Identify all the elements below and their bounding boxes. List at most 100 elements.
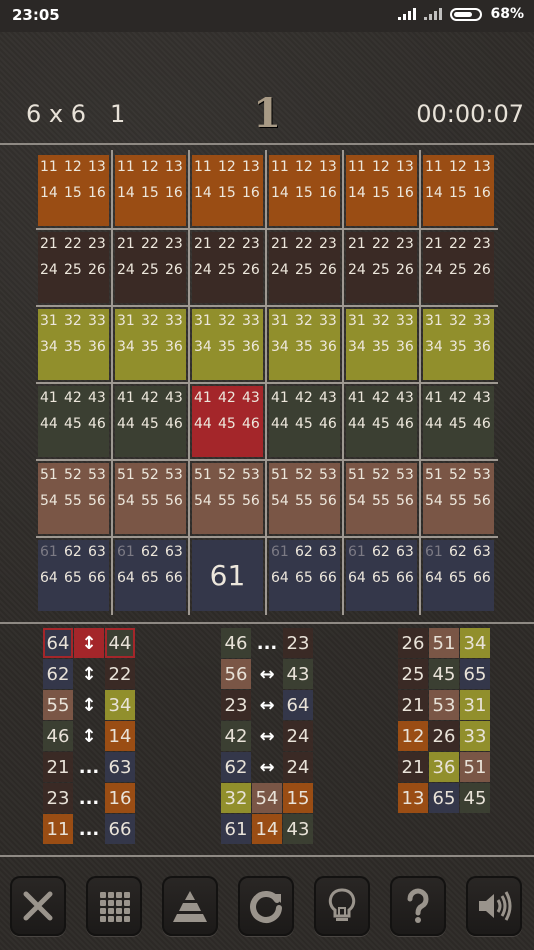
tile[interactable]: 11 12 13 14 15 16 <box>269 155 340 226</box>
tile[interactable]: 41 42 43 44 45 46 <box>192 386 263 457</box>
tile-number: 44 <box>425 416 443 432</box>
board-cell[interactable]: 31 32 33 34 35 36 <box>267 307 344 384</box>
tile[interactable]: 21 22 23 24 25 26 <box>38 232 109 303</box>
tile[interactable]: 41 42 43 44 45 46 <box>115 386 186 457</box>
tile-number: 12 <box>449 159 467 175</box>
tile-number: 13 <box>473 159 491 175</box>
help-button[interactable] <box>390 876 446 936</box>
tile[interactable]: 51 52 53 54 55 56 <box>269 463 340 534</box>
board-cell[interactable]: 41 42 43 44 45 46 <box>267 384 344 461</box>
tile[interactable]: 21 22 23 24 25 26 <box>192 232 263 303</box>
tile[interactable]: 51 52 53 54 55 56 <box>346 463 417 534</box>
tile[interactable]: 31 32 33 34 35 36 <box>192 309 263 380</box>
tile[interactable]: 31 32 33 34 35 36 <box>269 309 340 380</box>
tile[interactable]: 11 12 13 14 15 16 <box>115 155 186 226</box>
tile-number: 11 <box>425 159 443 175</box>
tile[interactable]: 51 52 53 54 55 56 <box>115 463 186 534</box>
board-cell[interactable]: 51 52 53 54 55 56 <box>190 461 267 538</box>
puzzle-board[interactable]: 11 12 13 14 15 16 11 12 13 14 15 16 11 12 13 14 15 16 11 12… <box>36 153 498 615</box>
tile[interactable]: 61 62 63 64 65 66 <box>423 540 494 611</box>
tile[interactable]: 41 42 43 44 45 46 <box>38 386 109 457</box>
board-cell[interactable]: 41 42 43 44 45 46 <box>36 384 113 461</box>
board-cell[interactable]: 51 52 53 54 55 56 <box>267 461 344 538</box>
board-cell[interactable]: 11 12 13 14 15 16 <box>190 153 267 230</box>
tile[interactable]: 51 52 53 54 55 56 <box>192 463 263 534</box>
board-cell[interactable]: 31 32 33 34 35 36 <box>113 307 190 384</box>
board-cell[interactable]: 11 12 13 14 15 16 <box>267 153 344 230</box>
board-cell[interactable]: 41 42 43 44 45 46 <box>113 384 190 461</box>
tile[interactable]: 31 32 33 34 35 36 <box>346 309 417 380</box>
tile[interactable]: 11 12 13 14 15 16 <box>346 155 417 226</box>
board-cell[interactable]: 21 22 23 24 25 26 <box>267 230 344 307</box>
move-tile: 24 <box>283 752 313 782</box>
board-cell[interactable]: 61 62 63 64 65 66 <box>421 538 498 615</box>
board-cell[interactable]: 61 62 63 64 65 66 <box>36 538 113 615</box>
tile[interactable]: 61 62 63 64 65 66 <box>115 540 186 611</box>
board-cell[interactable]: 11 12 13 14 15 16 <box>421 153 498 230</box>
tile[interactable]: 31 32 33 34 35 36 <box>423 309 494 380</box>
board-cell[interactable]: 41 42 43 44 45 46 <box>344 384 421 461</box>
restart-button[interactable] <box>238 876 294 936</box>
tile[interactable]: 61 62 63 64 65 66 <box>38 540 109 611</box>
move-tile: 15 <box>283 783 313 813</box>
tile[interactable]: 11 12 13 14 15 16 <box>192 155 263 226</box>
move-tile: 24 <box>283 721 313 751</box>
board-cell[interactable]: 41 42 43 44 45 46 <box>190 384 267 461</box>
grid-button[interactable] <box>86 876 142 936</box>
board-cell[interactable]: 51 52 53 54 55 56 <box>113 461 190 538</box>
tile-number: 36 <box>396 339 414 355</box>
tile[interactable]: 51 52 53 54 55 56 <box>423 463 494 534</box>
tile[interactable]: 21 22 23 24 25 26 <box>423 232 494 303</box>
tile-number: 26 <box>165 262 183 278</box>
tile-number: 34 <box>40 339 58 355</box>
board-cell[interactable]: 51 52 53 54 55 56 <box>36 461 113 538</box>
move-operator: ↔ <box>259 725 275 747</box>
tile[interactable]: 41 42 43 44 45 46 <box>269 386 340 457</box>
board-cell[interactable]: 61 62 63 64 65 66 <box>267 538 344 615</box>
board-cell[interactable]: 61 62 63 64 65 66 <box>344 538 421 615</box>
tile[interactable]: 61 62 63 64 65 66 <box>346 540 417 611</box>
board-cell[interactable]: 31 32 33 34 35 36 <box>344 307 421 384</box>
tile[interactable]: 51 52 53 54 55 56 <box>38 463 109 534</box>
tile[interactable]: 11 12 13 14 15 16 <box>423 155 494 226</box>
board-cell[interactable]: 21 22 23 24 25 26 <box>113 230 190 307</box>
tile[interactable]: 61 62 63 64 65 66 <box>269 540 340 611</box>
tile[interactable]: 21 22 23 24 25 26 <box>115 232 186 303</box>
tile-number: 15 <box>372 185 390 201</box>
tile[interactable]: 31 32 33 34 35 36 <box>38 309 109 380</box>
tile-number: 42 <box>218 390 236 406</box>
tile[interactable]: 11 12 13 14 15 16 <box>38 155 109 226</box>
sound-button[interactable] <box>466 876 522 936</box>
board-cell[interactable]: 11 12 13 14 15 16 <box>113 153 190 230</box>
move-tile: 26 <box>429 721 459 751</box>
tile-number: 43 <box>319 390 337 406</box>
tile-number: 23 <box>396 236 414 252</box>
tile[interactable]: 41 42 43 44 45 46 <box>423 386 494 457</box>
tile-number: 41 <box>271 390 289 406</box>
tile-number: 35 <box>372 339 390 355</box>
tile[interactable]: 41 42 43 44 45 46 <box>346 386 417 457</box>
board-cell[interactable]: 21 22 23 24 25 26 <box>190 230 267 307</box>
close-button[interactable] <box>10 876 66 936</box>
tile[interactable]: 21 22 23 24 25 26 <box>346 232 417 303</box>
tile[interactable]: 31 32 33 34 35 36 <box>115 309 186 380</box>
hint-button[interactable] <box>314 876 370 936</box>
board-cell[interactable]: 11 12 13 14 15 16 <box>36 153 113 230</box>
board-cell[interactable]: 41 42 43 44 45 46 <box>421 384 498 461</box>
tile-number: 65 <box>64 570 82 586</box>
board-cell[interactable]: 21 22 23 24 25 26 <box>421 230 498 307</box>
board-cell[interactable]: 61 <box>190 538 267 615</box>
board-cell[interactable]: 31 32 33 34 35 36 <box>421 307 498 384</box>
board-cell[interactable]: 51 52 53 54 55 56 <box>344 461 421 538</box>
tile[interactable]: 21 22 23 24 25 26 <box>269 232 340 303</box>
board-cell[interactable]: 11 12 13 14 15 16 <box>344 153 421 230</box>
tile-number: 11 <box>271 159 289 175</box>
pyramid-button[interactable] <box>162 876 218 936</box>
board-cell[interactable]: 31 32 33 34 35 36 <box>190 307 267 384</box>
board-cell[interactable]: 21 22 23 24 25 26 <box>36 230 113 307</box>
board-cell[interactable]: 31 32 33 34 35 36 <box>36 307 113 384</box>
tile[interactable]: 61 <box>192 540 263 611</box>
board-cell[interactable]: 61 62 63 64 65 66 <box>113 538 190 615</box>
board-cell[interactable]: 51 52 53 54 55 56 <box>421 461 498 538</box>
board-cell[interactable]: 21 22 23 24 25 26 <box>344 230 421 307</box>
